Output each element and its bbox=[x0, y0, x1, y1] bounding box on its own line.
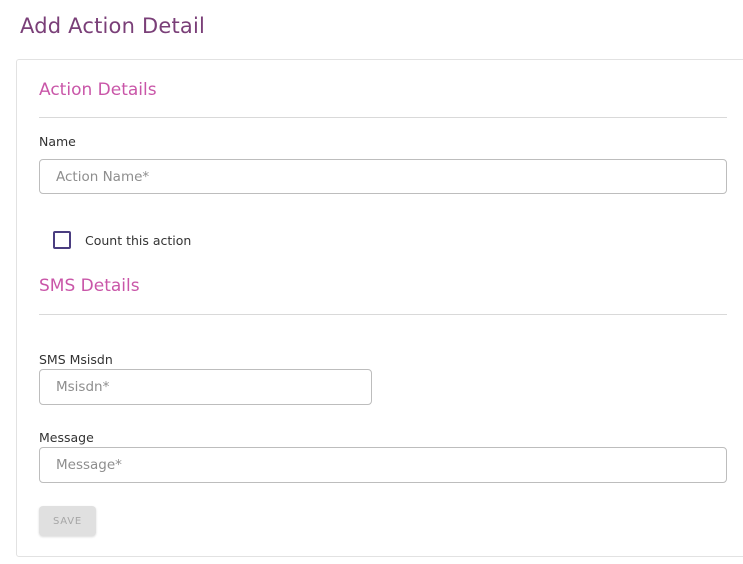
save-button[interactable]: SAVE bbox=[39, 506, 96, 536]
action-detail-form-card: Action Details Name Count this action SM… bbox=[16, 59, 743, 557]
name-label: Name bbox=[39, 134, 76, 149]
count-action-checkbox-label: Count this action bbox=[85, 232, 192, 248]
msisdn-input[interactable] bbox=[39, 369, 372, 405]
sms-details-section-title: SMS Details bbox=[39, 276, 140, 296]
message-input[interactable] bbox=[39, 447, 727, 483]
count-action-checkbox-row[interactable]: Count this action bbox=[53, 231, 191, 249]
page-title: Add Action Detail bbox=[20, 14, 206, 38]
message-label: Message bbox=[39, 430, 94, 445]
sms-details-divider bbox=[39, 314, 727, 315]
action-details-section-title: Action Details bbox=[39, 80, 157, 100]
action-name-input[interactable] bbox=[39, 159, 727, 194]
count-action-checkbox[interactable] bbox=[53, 231, 71, 249]
sms-msisdn-label: SMS Msisdn bbox=[39, 352, 113, 367]
action-details-divider bbox=[39, 117, 727, 118]
